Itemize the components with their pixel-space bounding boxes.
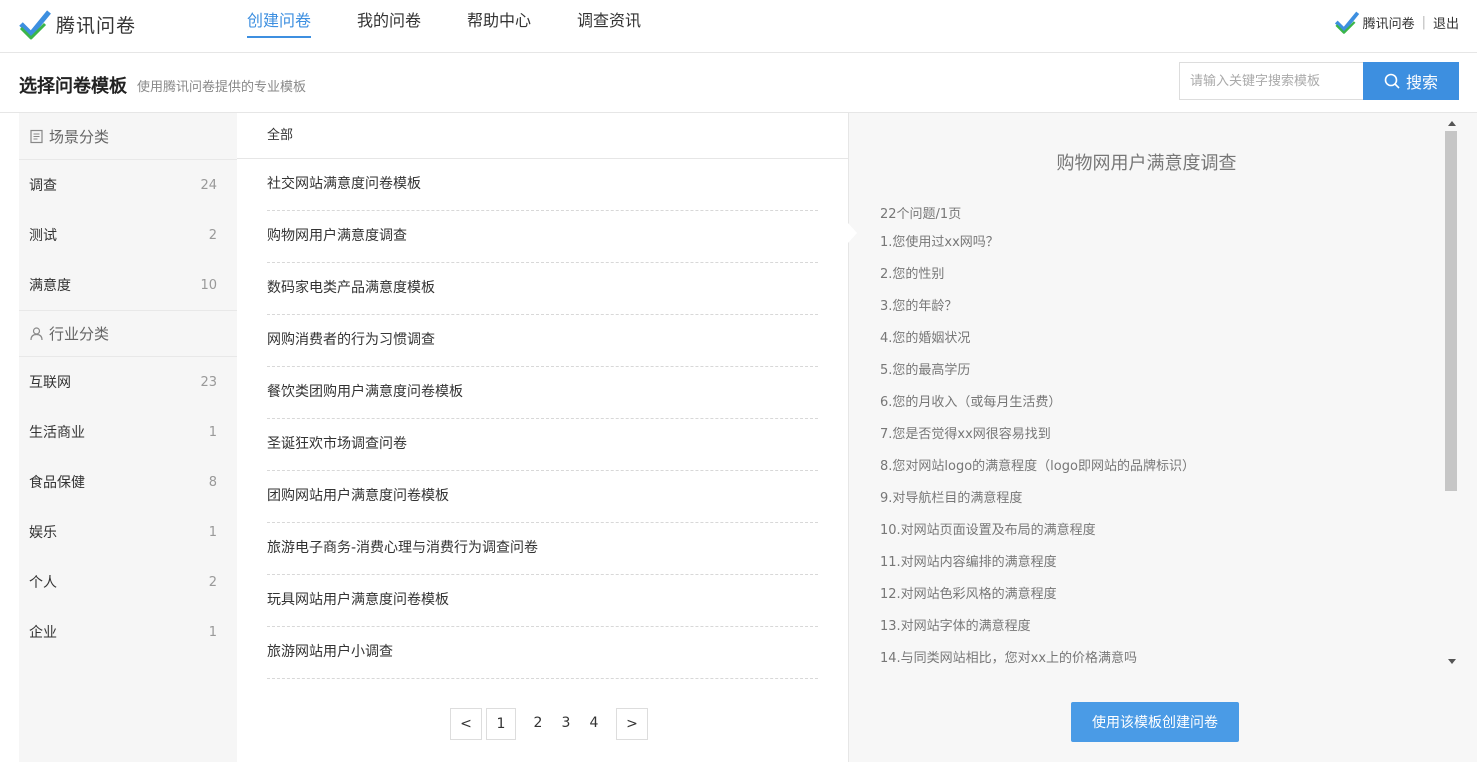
template-item[interactable]: 玩具网站用户满意度问卷模板 <box>267 575 818 627</box>
search-icon <box>1384 73 1400 89</box>
sidebar-item-label: 满意度 <box>29 278 71 294</box>
question-item: 1.您使用过xx网吗？ <box>880 235 999 250</box>
sidebar-item-count: 2 <box>208 574 217 590</box>
search-button[interactable]: 搜索 <box>1363 62 1459 100</box>
question-item: 13.对网站字体的满意程度 <box>880 619 1031 634</box>
nav-my-surveys[interactable]: 我的问卷 <box>357 0 421 53</box>
scene-category-heading: 场景分类 <box>19 113 237 160</box>
industry-heading-label: 行业分类 <box>49 325 110 343</box>
top-navigation-bar: 腾讯问卷 创建问卷 我的问卷 帮助中心 调查资讯 腾讯问卷 | 退出 <box>0 0 1477 53</box>
next-page-button[interactable]: > <box>616 708 648 740</box>
brand-logo[interactable]: 腾讯问卷 <box>18 6 136 42</box>
nav-help-center[interactable]: 帮助中心 <box>467 0 531 53</box>
preview-scrollbar[interactable] <box>1444 115 1460 667</box>
question-item: 4.您的婚姻状况 <box>880 331 971 346</box>
user-icon <box>30 327 43 341</box>
page-subtitle: 使用腾讯问卷提供的专业模板 <box>137 80 307 95</box>
sidebar-item-survey[interactable]: 调查 24 <box>19 160 237 210</box>
sidebar-item-enterprise[interactable]: 企业 1 <box>19 607 237 657</box>
template-item[interactable]: 餐饮类团购用户满意度问卷模板 <box>267 367 818 419</box>
scene-heading-label: 场景分类 <box>49 127 110 146</box>
scrollbar-thumb[interactable] <box>1445 131 1457 491</box>
preview-pointer <box>848 223 857 243</box>
sidebar-item-label: 食品保健 <box>29 475 85 491</box>
question-item: 11.对网站内容编排的满意程度 <box>880 555 1057 570</box>
sidebar-item-count: 24 <box>200 177 217 193</box>
nav-create-survey[interactable]: 创建问卷 <box>247 0 312 53</box>
question-item: 2.您的性别 <box>880 267 945 282</box>
sidebar-item-count: 10 <box>200 277 217 293</box>
user-name[interactable]: 腾讯问卷 <box>1363 13 1415 32</box>
scroll-down-arrow-icon[interactable] <box>1448 659 1456 664</box>
sidebar-item-count: 1 <box>208 624 217 640</box>
sidebar-item-label: 互联网 <box>29 375 71 391</box>
question-item: 12.对网站色彩风格的满意程度 <box>880 587 1057 602</box>
question-item: 10.对网站页面设置及布局的满意程度 <box>880 523 1096 538</box>
template-item[interactable]: 团购网站用户满意度问卷模板 <box>267 471 818 523</box>
question-item: 9.对导航栏目的满意程度 <box>880 491 1023 506</box>
document-icon <box>30 129 43 143</box>
category-sidebar: 场景分类 调查 24 测试 2 满意度 10 行业分类 互联网 23 生活商业 … <box>19 113 237 762</box>
page-3-button[interactable]: 3 <box>552 708 580 740</box>
sidebar-item-label: 测试 <box>29 228 57 244</box>
question-item: 14.与同类网站相比，您对xx上的价格满意吗 <box>880 651 1138 666</box>
sidebar-item-satisfaction[interactable]: 满意度 10 <box>19 260 237 310</box>
template-item[interactable]: 购物网用户满意度调查 <box>267 211 818 263</box>
question-item: 3.您的年龄？ <box>880 299 958 314</box>
search-button-label: 搜索 <box>1405 73 1438 92</box>
template-item[interactable]: 旅游电子商务-消费心理与消费行为调查问卷 <box>267 523 818 575</box>
sidebar-item-count: 23 <box>200 374 217 390</box>
logout-link[interactable]: 退出 <box>1433 13 1459 32</box>
template-item[interactable]: 圣诞狂欢市场调查问卷 <box>267 419 818 471</box>
user-area: 腾讯问卷 | 退出 <box>1334 10 1459 34</box>
template-item[interactable]: 社交网站满意度问卷模板 <box>267 159 818 211</box>
question-item: 5.您的最高学历 <box>880 363 971 378</box>
question-list: 1.您使用过xx网吗？ 2.您的性别 3.您的年龄？ 4.您的婚姻状况 5.您的… <box>880 231 1195 679</box>
question-item: 8.您对网站logo的满意程度（logo即网站的品牌标识） <box>880 459 1195 474</box>
user-separator: | <box>1421 14 1426 30</box>
use-template-button[interactable]: 使用该模板创建问卷 <box>1071 702 1239 742</box>
template-list: 社交网站满意度问卷模板 购物网用户满意度调查 数码家电类产品满意度模板 网购消费… <box>237 159 848 679</box>
sidebar-item-label: 个人 <box>29 575 57 591</box>
pagination: < 1 2 3 4 > <box>450 708 648 740</box>
prev-page-button[interactable]: < <box>450 708 482 740</box>
sidebar-item-count: 1 <box>208 424 217 440</box>
scroll-up-arrow-icon[interactable] <box>1448 121 1456 126</box>
sidebar-item-test[interactable]: 测试 2 <box>19 210 237 260</box>
sidebar-item-count: 8 <box>208 474 217 490</box>
sidebar-item-count: 2 <box>208 227 217 243</box>
check-logo-icon <box>19 10 51 40</box>
template-item[interactable]: 网购消费者的行为习惯调查 <box>267 315 818 367</box>
page-1-button[interactable]: 1 <box>486 708 516 740</box>
question-item: 6.您的月收入（或每月生活费） <box>880 395 1062 410</box>
sidebar-item-label: 企业 <box>29 625 57 641</box>
template-preview-panel: 购物网用户满意度调查 22个问题/1页 1.您使用过xx网吗？ 2.您的性别 3… <box>848 113 1477 762</box>
page-4-button[interactable]: 4 <box>580 708 608 740</box>
page-2-button[interactable]: 2 <box>524 708 552 740</box>
sidebar-item-count: 1 <box>208 524 217 540</box>
user-avatar-check-icon <box>1334 11 1359 34</box>
template-list-panel: 全部 社交网站满意度问卷模板 购物网用户满意度调查 数码家电类产品满意度模板 网… <box>237 113 848 762</box>
sidebar-item-label: 生活商业 <box>29 425 85 441</box>
sidebar-item-life-business[interactable]: 生活商业 1 <box>19 407 237 457</box>
sidebar-item-food-health[interactable]: 食品保健 8 <box>19 457 237 507</box>
main-nav: 创建问卷 我的问卷 帮助中心 调查资讯 <box>247 0 687 53</box>
sidebar-item-internet[interactable]: 互联网 23 <box>19 357 237 407</box>
template-item[interactable]: 数码家电类产品满意度模板 <box>267 263 818 315</box>
nav-survey-news[interactable]: 调查资讯 <box>577 0 641 53</box>
sidebar-item-label: 娱乐 <box>29 525 57 541</box>
template-search-input[interactable] <box>1179 62 1363 100</box>
template-item[interactable]: 旅游网站用户小调查 <box>267 627 818 679</box>
question-count: 22个问题/1页 <box>880 207 962 222</box>
sidebar-item-entertainment[interactable]: 娱乐 1 <box>19 507 237 557</box>
sidebar-item-label: 调查 <box>29 178 57 194</box>
question-item: 7.您是否觉得xx网很容易找到 <box>880 427 1051 442</box>
brand-name: 腾讯问卷 <box>56 14 137 37</box>
page-title: 选择问卷模板 <box>19 76 127 97</box>
preview-title: 购物网用户满意度调查 <box>1056 153 1237 174</box>
list-filter-all[interactable]: 全部 <box>237 113 848 159</box>
page-header: 选择问卷模板 使用腾讯问卷提供的专业模板 搜索 <box>0 53 1477 113</box>
industry-category-heading: 行业分类 <box>19 310 237 357</box>
sidebar-item-personal[interactable]: 个人 2 <box>19 557 237 607</box>
